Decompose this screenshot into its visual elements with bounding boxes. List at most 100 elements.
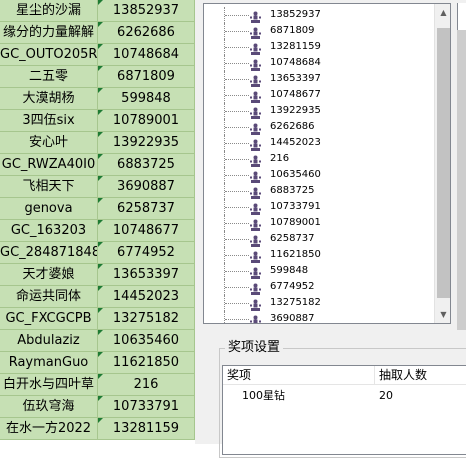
cell-user-id-text: 14452023 <box>112 289 180 304</box>
prize-grid[interactable]: 奖项 抽取人数 100星钻 20 <box>222 365 466 455</box>
chess-piece-icon <box>249 169 262 183</box>
tree-item[interactable]: 6262686 <box>204 119 434 135</box>
cell-user-id-text: 13922935 <box>112 135 180 150</box>
cell-user-id[interactable]: 13922935 <box>98 132 195 154</box>
chess-piece-icon <box>249 57 262 71</box>
tree-item[interactable]: 6258737 <box>204 231 434 247</box>
sheet-row: 安心叶 13922935 <box>0 132 195 154</box>
sheet-row: 二五零 6871809 <box>0 66 195 88</box>
cell-nickname[interactable]: RaymanGuo <box>0 352 98 374</box>
cell-user-id-text: 10748677 <box>112 223 180 238</box>
cell-user-id[interactable]: 6262686 <box>98 22 195 44</box>
cell-user-id[interactable]: 13281159 <box>98 418 195 440</box>
tree-item[interactable]: 10789001 <box>204 215 434 231</box>
tree-item[interactable]: 599848 <box>204 263 434 279</box>
tree-item[interactable]: 13281159 <box>204 39 434 55</box>
cell-nickname[interactable]: 白开水与四叶草 <box>0 374 98 396</box>
tree-item[interactable]: 11621850 <box>204 247 434 263</box>
cell-user-id[interactable]: 10635460 <box>98 330 195 352</box>
cell-user-id[interactable]: 13653397 <box>98 264 195 286</box>
tree-connector <box>225 239 249 240</box>
column-header-prize[interactable]: 奖项 <box>223 366 375 385</box>
scrollbar-thumb[interactable] <box>437 28 450 298</box>
cell-user-id-text: 6262686 <box>117 25 175 40</box>
tree-item[interactable]: 10748684 <box>204 55 434 71</box>
cell-user-id[interactable]: 11621850 <box>98 352 195 374</box>
prize-count-cell[interactable]: 20 <box>379 386 393 406</box>
cell-user-id[interactable]: 13852937 <box>98 0 195 22</box>
tree-item[interactable]: 6883725 <box>204 183 434 199</box>
cell-nickname[interactable]: 安心叶 <box>0 132 98 154</box>
cell-user-id[interactable]: 10748677 <box>98 220 195 242</box>
sheet-row: 星尘的沙漏 13852937 <box>0 0 195 22</box>
tree-item[interactable]: 6871809 <box>204 23 434 39</box>
cell-user-id[interactable]: 599848 <box>98 88 195 110</box>
cell-user-id[interactable]: 14452023 <box>98 286 195 308</box>
cell-nickname[interactable]: 在水一方2022 <box>0 418 98 440</box>
chess-piece-icon <box>249 105 262 119</box>
cell-nickname[interactable]: 命运共同体 <box>0 286 98 308</box>
cell-nickname[interactable]: genova <box>0 198 98 220</box>
tree-connector <box>225 31 249 32</box>
cell-user-id[interactable]: 10789001 <box>98 110 195 132</box>
cell-user-id[interactable]: 6871809 <box>98 66 195 88</box>
comment-marker-icon <box>98 132 103 137</box>
cell-user-id-text: 10748684 <box>112 47 180 62</box>
tree-item[interactable]: 13852937 <box>204 7 434 23</box>
tree-item-label: 13275182 <box>270 297 321 308</box>
prize-settings-title: 奖项设置 <box>225 339 284 357</box>
tree-item[interactable]: 13653397 <box>204 71 434 87</box>
column-header-count[interactable]: 抽取人数 <box>375 366 466 385</box>
cell-user-id[interactable]: 6883725 <box>98 154 195 176</box>
cell-nickname[interactable]: 缘分的力量解解 <box>0 22 98 44</box>
cell-nickname[interactable]: 大漠胡杨 <box>0 88 98 110</box>
cell-nickname[interactable]: 星尘的沙漏 <box>0 0 98 22</box>
tree-vertical-scrollbar[interactable]: ▲ ▼ <box>434 4 450 323</box>
prize-name-cell[interactable]: 100星钻 <box>242 386 285 406</box>
tree-item[interactable]: 6774952 <box>204 279 434 295</box>
tree-item[interactable]: 216 <box>204 151 434 167</box>
cell-nickname[interactable]: 二五零 <box>0 66 98 88</box>
cell-nickname[interactable]: 天才婆娘 <box>0 264 98 286</box>
tree-connector <box>225 191 249 192</box>
cell-nickname[interactable]: GC_284871848s <box>0 242 98 264</box>
cell-user-id[interactable]: 10748684 <box>98 44 195 66</box>
cell-user-id[interactable]: 6774952 <box>98 242 195 264</box>
right-scrollbar-thumb[interactable] <box>457 30 466 330</box>
comment-marker-icon <box>98 88 103 93</box>
tree-item[interactable]: 13275182 <box>204 295 434 311</box>
cell-nickname[interactable]: GC_163203 <box>0 220 98 242</box>
tree-item[interactable]: 10635460 <box>204 167 434 183</box>
cell-nickname[interactable]: Abdulaziz <box>0 330 98 352</box>
cell-user-id[interactable]: 6258737 <box>98 198 195 220</box>
tree-item[interactable]: 14452023 <box>204 135 434 151</box>
cell-user-id-text: 599848 <box>121 91 171 106</box>
tree-connector <box>225 79 249 80</box>
arrow-up-icon[interactable]: ▲ <box>435 4 450 21</box>
tree-connector <box>225 303 249 304</box>
participant-tree[interactable]: 13852937 6871809 13281159 10748684 13653397 1… <box>203 3 451 324</box>
cell-nickname[interactable]: 飞相天下 <box>0 176 98 198</box>
cell-user-id[interactable]: 3690887 <box>98 176 195 198</box>
cell-user-id[interactable]: 216 <box>98 374 195 396</box>
arrow-down-icon[interactable]: ▼ <box>435 306 450 323</box>
cell-user-id[interactable]: 13275182 <box>98 308 195 330</box>
tree-item[interactable]: 13922935 <box>204 103 434 119</box>
tree-item[interactable]: 10748677 <box>204 87 434 103</box>
cell-nickname[interactable]: 3四伍six <box>0 110 98 132</box>
cell-nickname[interactable]: 伍玖穹海 <box>0 396 98 418</box>
tree-item[interactable]: 3690887 <box>204 311 434 323</box>
cell-user-id-text: 13275182 <box>112 311 180 326</box>
tree-item[interactable]: 10733791 <box>204 199 434 215</box>
comment-marker-icon <box>98 220 103 225</box>
cell-nickname[interactable]: GC_RWZA40I0 <box>0 154 98 176</box>
tree-item-label: 13852937 <box>270 9 321 20</box>
chess-piece-icon <box>249 249 262 263</box>
chess-piece-icon <box>249 281 262 295</box>
cell-nickname[interactable]: GC_OUTO205RI <box>0 44 98 66</box>
cell-user-id[interactable]: 10733791 <box>98 396 195 418</box>
tree-connector <box>225 207 249 208</box>
comment-marker-icon <box>98 176 103 181</box>
cell-nickname[interactable]: GC_FXCGCPB <box>0 308 98 330</box>
comment-marker-icon <box>98 22 103 27</box>
